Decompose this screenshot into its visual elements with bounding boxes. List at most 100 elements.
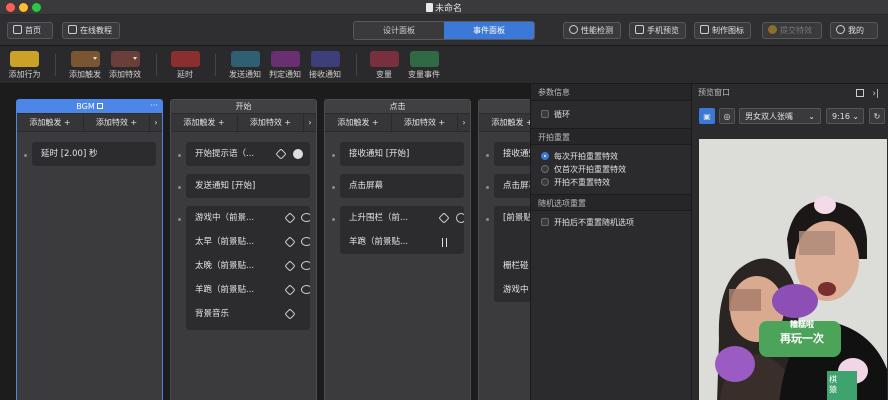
me-button[interactable]: 我的 (830, 22, 878, 39)
delay-button[interactable]: 延时 (170, 51, 200, 80)
action-card[interactable]: 开始提示语（... (186, 142, 310, 166)
group-item[interactable]: 游戏中（前景... (195, 206, 310, 230)
visibility-icon[interactable] (284, 308, 296, 320)
home-button[interactable]: 首页 (7, 22, 53, 39)
group-item[interactable]: 背景音乐 (195, 302, 310, 326)
column-header[interactable]: 开始 (171, 100, 316, 114)
pause-icon[interactable] (442, 238, 447, 247)
replay-option-first[interactable]: 仅首次开拍重置特效 (531, 163, 691, 176)
add-effect-link[interactable]: 添加特效 + (391, 114, 457, 131)
action-group[interactable]: 游戏中（前景... 太早（前景贴... 太晚（前景贴... 羊跑（前景贴... … (186, 206, 310, 330)
variable-button[interactable]: 变量 (369, 51, 399, 80)
group-item[interactable] (503, 230, 530, 254)
preview-screen[interactable]: 糟糕啦 再玩一次 棋 猿 (699, 139, 887, 400)
add-trigger-button[interactable]: 添加触发 (68, 51, 102, 80)
replay-option-every[interactable]: 每次开拍重置特效 (531, 150, 691, 163)
add-trigger-link[interactable]: 添加触发 + (479, 114, 530, 131)
chevron-down-icon: ⌄ (852, 112, 859, 121)
make-icon-button[interactable]: 制作图标 (694, 22, 751, 39)
inbox-icon (310, 51, 340, 67)
preview-header: 预览窗口 ›| (692, 84, 888, 102)
model-select[interactable]: 男女双人张嘴 ⌄ (739, 108, 821, 124)
action-card[interactable]: 发送通知 [开始] (186, 174, 310, 198)
send-notify-button[interactable]: 发送通知 (228, 51, 262, 80)
group-item[interactable]: 羊跑（前景贴... (195, 278, 310, 302)
radio-icon[interactable] (541, 178, 549, 186)
event-column-start[interactable]: 开始 添加触发 + 添加特效 + › 开始提示语（... 发送通知 [开始] 游… (170, 99, 317, 400)
action-card[interactable]: 延时 [2.00] 秒 (32, 142, 156, 166)
add-effect-link[interactable]: 添加特效 + (83, 114, 149, 131)
random-reset-checkbox[interactable]: 开拍后不重置随机选项 (531, 216, 691, 229)
action-card[interactable]: 点击屏幕 (340, 174, 464, 198)
link-icon[interactable] (301, 261, 310, 270)
visibility-icon[interactable] (284, 236, 296, 248)
add-effect-link[interactable]: 添加特效 + (237, 114, 303, 131)
tab-design[interactable]: 设计面板 (354, 22, 444, 39)
event-canvas[interactable]: BGM ··· 添加触发 + 添加特效 + › 延时 [2.00] 秒 开始 添加… (0, 84, 530, 400)
replay-option-none[interactable]: 开拍不重置特效 (531, 176, 691, 189)
group-item[interactable]: 太早（前景贴... (195, 230, 310, 254)
perf-check-button[interactable]: 性能检测 (563, 22, 621, 39)
tab-event[interactable]: 事件面板 (444, 22, 534, 39)
receive-notify-button[interactable]: 接收通知 (308, 51, 342, 80)
add-trigger-link[interactable]: 添加触发 + (325, 114, 391, 131)
variable-event-button[interactable]: 变量事件 (407, 51, 441, 80)
group-item[interactable]: 栅栏碰 (503, 254, 530, 278)
ratio-select[interactable]: 9:16 ⌄ (826, 108, 864, 124)
event-column-click[interactable]: 点击 添加触发 + 添加特效 + › 接收通知 [开始] 点击屏幕 上升围栏（前… (324, 99, 471, 400)
link-icon[interactable] (301, 285, 310, 294)
action-group[interactable]: 上升围栏（前... 羊跑（前景贴... (340, 206, 464, 254)
camera-icon[interactable]: ◎ (719, 108, 735, 124)
scroll-right-icon[interactable]: › (457, 114, 470, 131)
column-header[interactable]: BGM ··· (17, 100, 162, 114)
checkbox-icon[interactable] (541, 218, 549, 226)
group-item[interactable]: 游戏中 (503, 278, 530, 302)
group-item[interactable]: 上升围栏（前... (349, 206, 464, 230)
more-icon[interactable]: ··· (150, 99, 158, 113)
column-title: 开始 (235, 102, 252, 111)
refresh-icon[interactable]: ↻ (869, 108, 885, 124)
group-item[interactable]: 太晚（前景贴... (195, 254, 310, 278)
visibility-icon[interactable] (275, 148, 287, 160)
collapse-icon[interactable]: ›| (872, 85, 879, 103)
preview-image (699, 139, 887, 400)
edit-icon[interactable] (96, 103, 103, 109)
scroll-right-icon[interactable]: › (149, 114, 162, 131)
event-column-bgm[interactable]: BGM ··· 添加触发 + 添加特效 + › 延时 [2.00] 秒 (16, 99, 163, 400)
action-card[interactable]: 接收通知 (494, 142, 530, 166)
expand-icon[interactable] (856, 89, 864, 97)
visibility-icon[interactable] (284, 284, 296, 296)
phone-preview-button[interactable]: 手机预览 (629, 22, 686, 39)
link-icon[interactable] (301, 213, 310, 222)
radio-icon[interactable] (541, 165, 549, 173)
group-item[interactable]: 羊跑（前景贴... (349, 230, 464, 254)
submit-effect-button[interactable]: 提交特效 (762, 22, 822, 39)
visibility-icon[interactable] (438, 212, 450, 224)
column-actions: 添加触发 + 添加特效 + › (17, 114, 162, 132)
add-behavior-button[interactable]: 添加行为 (8, 51, 41, 80)
action-card[interactable]: 接收通知 [开始] (340, 142, 464, 166)
portrait-icon[interactable]: ▣ (699, 108, 715, 124)
link-icon[interactable] (301, 237, 310, 246)
timer-icon[interactable] (456, 213, 464, 223)
scroll-right-icon[interactable]: › (303, 114, 316, 131)
judge-notify-button[interactable]: 判定通知 (268, 51, 302, 80)
event-column-partial[interactable]: 添加触发 + 接收通知 点击屏幕 [前景贴 栅栏碰 游戏中 (478, 99, 530, 400)
visibility-icon[interactable] (284, 212, 296, 224)
radio-selected-icon[interactable] (541, 152, 549, 160)
tutorial-button[interactable]: 在线教程 (62, 22, 120, 39)
properties-panel: 参数信息 循环 开拍重置 每次开拍重置特效 仅首次开拍重置特效 开拍不重置特效 … (530, 84, 691, 400)
connector-dot (332, 186, 335, 189)
checkbox-icon[interactable] (541, 110, 549, 118)
group-item[interactable]: [前景贴 (503, 206, 530, 230)
add-trigger-link[interactable]: 添加触发 + (171, 114, 237, 131)
action-card[interactable]: 点击屏幕 (494, 174, 530, 198)
play-icon[interactable] (293, 149, 303, 159)
action-group[interactable]: [前景贴 栅栏碰 游戏中 (494, 206, 530, 302)
visibility-icon[interactable] (284, 260, 296, 272)
loop-checkbox[interactable]: 循环 (531, 108, 691, 121)
add-effect-button[interactable]: 添加特效 (108, 51, 142, 80)
column-header[interactable]: 点击 (325, 100, 470, 114)
add-trigger-link[interactable]: 添加触发 + (17, 114, 83, 131)
column-header[interactable] (479, 100, 530, 114)
